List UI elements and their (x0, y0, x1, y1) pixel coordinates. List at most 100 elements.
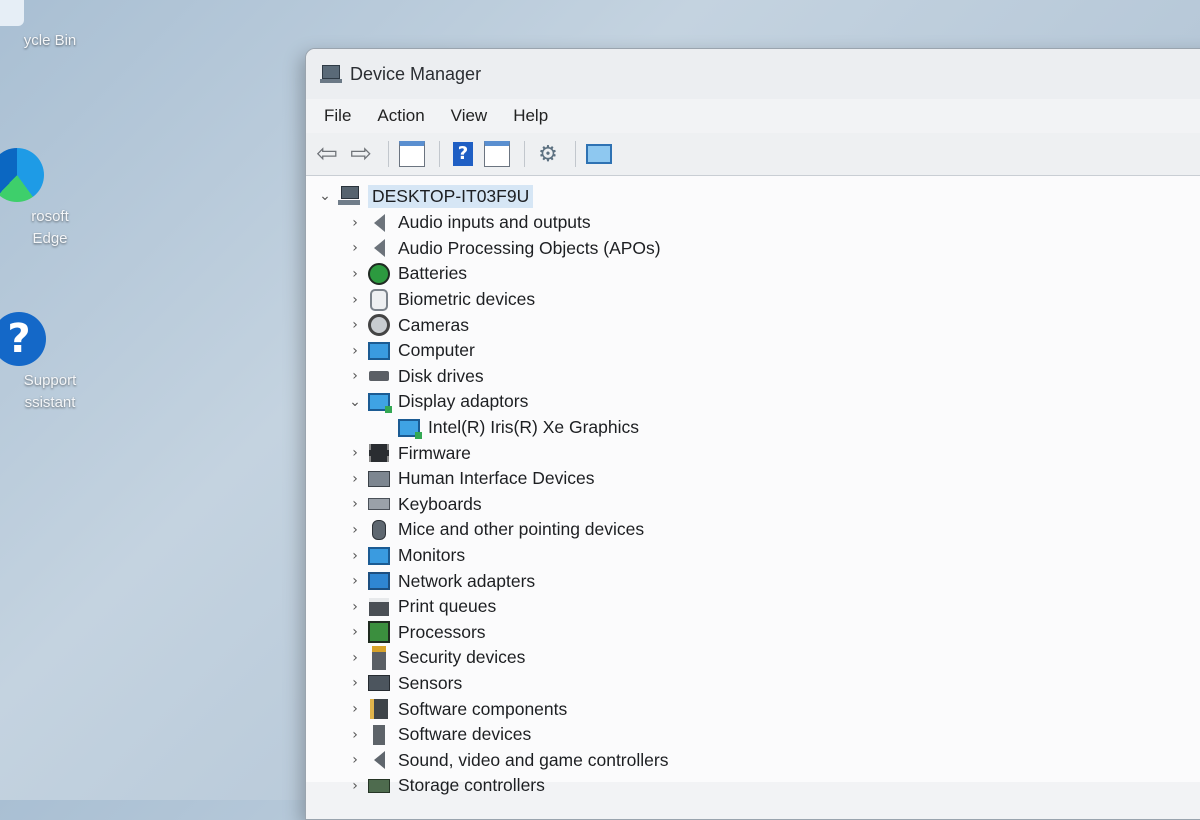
chevron-right-icon[interactable]: › (346, 548, 364, 564)
tree-node-software-devices[interactable]: › Software devices (306, 722, 1200, 748)
tree-node-label: Computer (398, 340, 475, 361)
chevron-right-icon[interactable]: › (346, 727, 364, 743)
recycle-bin-icon (0, 0, 24, 26)
tree-node-sensors[interactable]: › Sensors (306, 671, 1200, 697)
software-component-icon (368, 699, 390, 720)
toolbar-separator (388, 141, 389, 167)
chevron-right-icon[interactable]: › (346, 624, 364, 640)
menu-view[interactable]: View (441, 102, 498, 130)
software-device-icon (368, 724, 390, 745)
chevron-down-icon[interactable]: ⌄ (316, 188, 334, 204)
chevron-right-icon[interactable]: › (346, 496, 364, 512)
chevron-down-icon[interactable]: ⌄ (346, 394, 364, 410)
mouse-icon (368, 519, 390, 540)
chevron-right-icon[interactable]: › (346, 522, 364, 538)
monitor-scan-button[interactable] (584, 139, 614, 169)
tree-node-computer[interactable]: › Computer (306, 338, 1200, 364)
update-driver-button[interactable] (482, 139, 512, 169)
hid-icon (368, 469, 390, 489)
tree-node-batteries[interactable]: › Batteries (306, 261, 1200, 287)
tree-root[interactable]: ⌄ DESKTOP-IT03F9U (306, 182, 1200, 210)
toolbar-separator (575, 141, 576, 167)
desktop-icon-recycle-bin[interactable]: ycle Bin (0, 0, 100, 52)
chevron-right-icon[interactable]: › (346, 599, 364, 615)
device-manager-icon (320, 63, 342, 85)
tree-node-keyboards[interactable]: › Keyboards (306, 492, 1200, 518)
tree-node-processors[interactable]: › Processors (306, 620, 1200, 646)
tree-node-label: Processors (398, 621, 486, 642)
chevron-right-icon[interactable]: › (346, 292, 364, 308)
speaker-icon (368, 213, 390, 233)
tree-node-security-devices[interactable]: › Security devices (306, 645, 1200, 671)
chevron-right-icon[interactable]: › (346, 778, 364, 794)
tree-node-label: Disk drives (398, 365, 484, 386)
desktop-icon-label: Support ssistant (23, 372, 77, 411)
desktop-icon-label: ycle Bin (23, 32, 77, 49)
scan-hardware-button[interactable]: ⚙ (533, 139, 563, 169)
tree-node-label: Firmware (398, 442, 471, 463)
chevron-right-icon[interactable]: › (346, 573, 364, 589)
window-title: Device Manager (350, 63, 482, 84)
back-button[interactable]: ⇦ (312, 139, 342, 169)
chevron-right-icon[interactable]: › (346, 240, 364, 256)
toolbar: ⇦ ⇨ ? ⚙ (306, 133, 1200, 176)
tree-node-audio-inputs[interactable]: › Audio inputs and outputs (306, 210, 1200, 236)
tree-node-label: Batteries (398, 263, 468, 284)
display-adaptor-icon (398, 418, 422, 439)
desktop-icon-edge[interactable]: rosoft Edge (0, 148, 100, 250)
menu-file[interactable]: File (314, 102, 361, 130)
forward-icon: ⇨ (350, 139, 372, 169)
tree-node-label: Display adaptors (398, 391, 529, 412)
chevron-right-icon[interactable]: › (346, 215, 364, 231)
tree-node-print-queues[interactable]: › Print queues (306, 594, 1200, 620)
tree-node-hid[interactable]: › Human Interface Devices (306, 466, 1200, 492)
tree-node-cameras[interactable]: › Cameras (306, 312, 1200, 338)
help-button[interactable]: ? (448, 139, 478, 169)
chevron-right-icon[interactable]: › (346, 317, 364, 333)
chevron-right-icon[interactable]: › (346, 343, 364, 359)
tree-node-label: Sound, video and game controllers (398, 749, 669, 770)
menu-action[interactable]: Action (367, 102, 434, 130)
fingerprint-icon (368, 288, 390, 311)
menu-help[interactable]: Help (503, 102, 558, 130)
tree-node-apos[interactable]: › Audio Processing Objects (APOs) (306, 236, 1200, 262)
tree-node-software-components[interactable]: › Software components (306, 696, 1200, 722)
tree-node-label: Monitors (398, 545, 466, 566)
title-bar[interactable]: Device Manager (306, 49, 1200, 99)
scan-hardware-icon: ⚙ (538, 141, 558, 167)
tree-node-display-adaptors[interactable]: ⌄ Display adaptors (306, 389, 1200, 415)
chevron-right-icon[interactable]: › (346, 266, 364, 282)
tree-node-label: Keyboards (398, 493, 482, 514)
tree-node-firmware[interactable]: › Firmware (306, 440, 1200, 466)
tree-node-sound-video-game[interactable]: › Sound, video and game controllers (306, 747, 1200, 773)
storage-controller-icon (368, 776, 390, 796)
tree-node-label: Mice and other pointing devices (398, 519, 645, 540)
device-tree: ⌄ DESKTOP-IT03F9U › Audio inputs and out… (306, 176, 1200, 795)
menu-bar: File Action View Help (306, 99, 1200, 133)
computer-icon (368, 341, 390, 361)
tree-node-label: Software devices (398, 724, 532, 745)
tree-node-biometric[interactable]: › Biometric devices (306, 287, 1200, 313)
tree-node-network-adapters[interactable]: › Network adapters (306, 568, 1200, 594)
tree-node-monitors[interactable]: › Monitors (306, 543, 1200, 569)
tree-child-intel-iris-xe[interactable]: Intel(R) Iris(R) Xe Graphics (306, 415, 1200, 441)
tree-node-mice[interactable]: › Mice and other pointing devices (306, 517, 1200, 543)
tree-node-storage-controllers[interactable]: › Storage controllers (306, 773, 1200, 799)
sensor-icon (368, 673, 390, 693)
chevron-right-icon[interactable]: › (346, 471, 364, 487)
chevron-right-icon[interactable]: › (346, 752, 364, 768)
tree-node-disk-drives[interactable]: › Disk drives (306, 364, 1200, 390)
forward-button[interactable]: ⇨ (346, 139, 376, 169)
tree-node-label: Biometric devices (398, 289, 536, 310)
desktop-icon-support-assistant[interactable]: ? Support ssistant (0, 312, 100, 414)
chevron-right-icon[interactable]: › (346, 675, 364, 691)
properties-button[interactable] (397, 139, 427, 169)
chevron-right-icon[interactable]: › (346, 445, 364, 461)
chevron-right-icon[interactable]: › (346, 650, 364, 666)
tree-node-label: Storage controllers (398, 775, 545, 796)
chevron-right-icon[interactable]: › (346, 368, 364, 384)
network-adapter-icon (368, 571, 390, 591)
monitor-scan-icon (586, 144, 612, 164)
chevron-right-icon[interactable]: › (346, 701, 364, 717)
desktop-icons: ycle Bin rosoft Edge ? Support ssistant (0, 0, 120, 800)
